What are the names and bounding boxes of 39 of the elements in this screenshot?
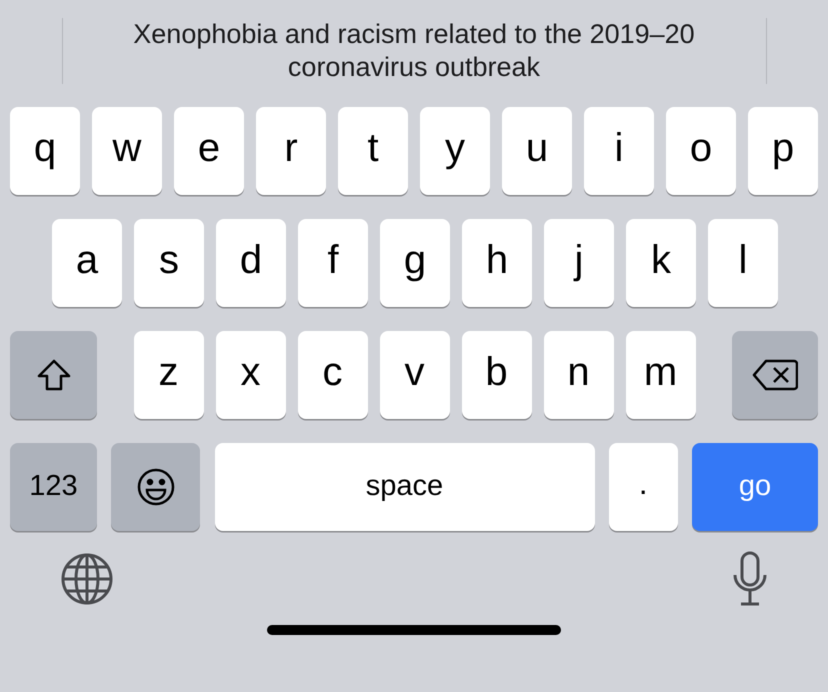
letter-key[interactable]: l	[708, 219, 778, 307]
letter-key[interactable]: f	[298, 219, 368, 307]
letter-key[interactable]: i	[584, 107, 654, 195]
letter-key[interactable]: u	[502, 107, 572, 195]
letter-key[interactable]: n	[544, 331, 614, 419]
letter-key[interactable]: x	[216, 331, 286, 419]
letter-key[interactable]: p	[748, 107, 818, 195]
letter-key[interactable]: q	[10, 107, 80, 195]
space-bar[interactable]: space	[214, 443, 594, 531]
letter-key[interactable]: e	[174, 107, 244, 195]
period-key[interactable]: .	[608, 443, 678, 531]
letter-key[interactable]: o	[666, 107, 736, 195]
backspace-icon	[752, 359, 798, 391]
letter-key[interactable]: r	[256, 107, 326, 195]
letter-key[interactable]: a	[52, 219, 122, 307]
letter-key[interactable]: j	[544, 219, 614, 307]
shift-key[interactable]	[10, 331, 97, 419]
letter-key[interactable]: c	[298, 331, 368, 419]
letter-key[interactable]: b	[462, 331, 532, 419]
letter-key[interactable]: s	[134, 219, 204, 307]
emoji-key[interactable]	[111, 443, 200, 531]
letter-key[interactable]: m	[626, 331, 696, 419]
letter-key[interactable]: g	[380, 219, 450, 307]
letter-key[interactable]: h	[462, 219, 532, 307]
letter-key[interactable]: k	[626, 219, 696, 307]
microphone-icon[interactable]	[732, 551, 768, 607]
letter-key[interactable]: v	[380, 331, 450, 419]
go-key[interactable]: go	[692, 443, 818, 531]
letter-key[interactable]: t	[338, 107, 408, 195]
emoji-icon	[136, 467, 176, 507]
delete-key[interactable]	[732, 331, 818, 419]
letter-key[interactable]: w	[92, 107, 162, 195]
letter-key[interactable]: d	[216, 219, 286, 307]
numbers-key[interactable]: 123	[10, 443, 97, 531]
word-suggestion[interactable]: Xenophobia and racism related to the 2019–20 coronavirus outbreak	[62, 18, 766, 84]
shift-icon	[36, 359, 70, 391]
letter-key[interactable]: y	[420, 107, 490, 195]
letter-key[interactable]: z	[134, 331, 204, 419]
globe-icon[interactable]	[60, 552, 114, 606]
